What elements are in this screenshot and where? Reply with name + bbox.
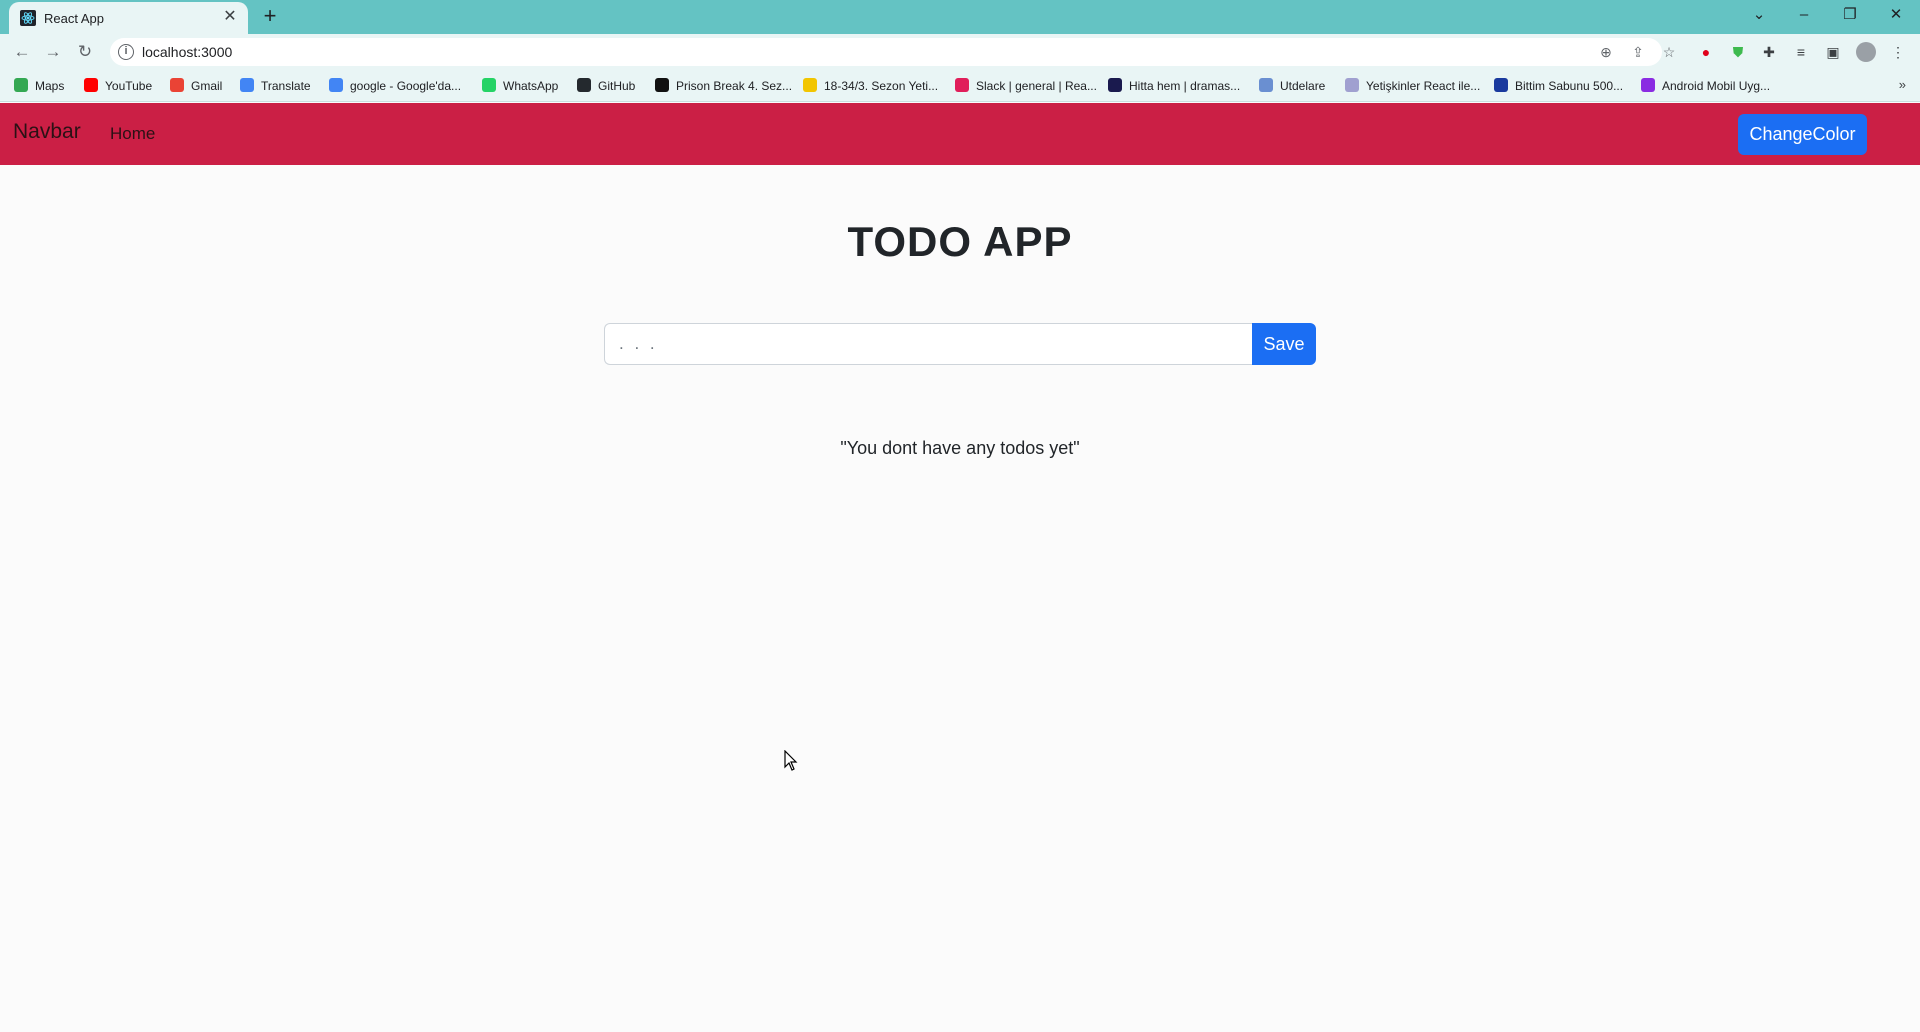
bookmark-label: Gmail: [191, 79, 223, 93]
close-tab-icon[interactable]: ✕: [221, 8, 239, 26]
bookmark-label: Bittim Sabunu 500...: [1515, 79, 1624, 93]
bookmark-label: WhatsApp: [503, 79, 559, 93]
hitta-icon: [1108, 78, 1122, 92]
nav-link-home[interactable]: Home: [110, 124, 155, 144]
minimize-icon[interactable]: –: [1784, 2, 1824, 28]
address-bar[interactable]: i localhost:3000 ⊕ ⇪ ☆: [110, 38, 1675, 66]
extensions-icon[interactable]: ✚: [1760, 43, 1778, 61]
forward-icon[interactable]: →: [41, 40, 65, 64]
youtube-icon: [84, 78, 98, 92]
gmail-icon: [170, 78, 184, 92]
bookmark-label: Utdelare: [1280, 79, 1326, 93]
bittim-icon: [1494, 78, 1508, 92]
bookmark-gmail[interactable]: Gmail: [170, 77, 222, 95]
page-title: TODO APP: [847, 218, 1073, 265]
dizi-icon: [655, 78, 669, 92]
bookmark-label: Maps: [35, 79, 65, 93]
bookmark-label: Yetişkinler React ile...: [1366, 79, 1481, 93]
save-button[interactable]: Save: [1252, 323, 1316, 365]
tab-title: React App: [44, 11, 104, 26]
bookmark-bittim[interactable]: Bittim Sabunu 500...: [1494, 77, 1623, 95]
bookmark-label: Slack | general | Rea...: [976, 79, 1097, 93]
bookmark-label: 18-34/3. Sezon Yeti...: [824, 79, 939, 93]
react-icon: [20, 10, 36, 26]
bookmark-label: Translate: [261, 79, 311, 93]
navbar-brand[interactable]: Navbar: [13, 120, 81, 144]
bookmark-google[interactable]: google - Google'da...: [329, 77, 461, 95]
restore-icon[interactable]: ❐: [1830, 2, 1870, 28]
bookmark-youtube[interactable]: YouTube: [84, 77, 152, 95]
reload-icon[interactable]: ↻: [73, 40, 97, 64]
side-panel-icon[interactable]: ▣: [1824, 43, 1842, 61]
todo-form: Save: [604, 323, 1316, 365]
shield-icon[interactable]: ⛊: [1729, 43, 1747, 61]
browser-tab-strip: React App ✕ + ⌄ – ❐ ✕: [0, 0, 1920, 34]
url-text[interactable]: localhost:3000: [142, 44, 232, 60]
bookmark-yetiskinler[interactable]: Yetişkinler React ile...: [1345, 77, 1480, 95]
bookmark-label: Android Mobil Uyg...: [1662, 79, 1771, 93]
media-icon[interactable]: ≡: [1792, 43, 1810, 61]
utdelare-icon: [1259, 78, 1273, 92]
more-bookmarks-icon[interactable]: »: [1899, 77, 1906, 92]
bookmark-label: Prison Break 4. Sez...: [676, 79, 793, 93]
site-info-icon[interactable]: i: [118, 44, 134, 60]
bookmark-android[interactable]: Android Mobil Uyg...: [1641, 77, 1770, 95]
tab-search-icon[interactable]: ⌄: [1739, 2, 1779, 28]
bookmark-label: YouTube: [105, 79, 153, 93]
android-icon: [1641, 78, 1655, 92]
bookmark-whatsapp[interactable]: WhatsApp: [482, 77, 558, 95]
change-color-button[interactable]: ChangeColor: [1738, 114, 1867, 155]
bookmark-slack[interactable]: Slack | general | Rea...: [955, 77, 1097, 95]
todo-input[interactable]: [604, 323, 1253, 365]
close-window-icon[interactable]: ✕: [1876, 2, 1916, 28]
empty-todos-message: "You dont have any todos yet": [840, 438, 1080, 458]
bookmark-github[interactable]: GitHub: [577, 77, 635, 95]
app-navbar: Navbar Home ChangeColor: [0, 103, 1920, 165]
bookmark-translate[interactable]: Translate: [240, 77, 311, 95]
browser-toolbar: ← → ↻ i localhost:3000 ⊕ ⇪ ☆ ● ⛊ ✚ ≡ ▣ ⋮: [0, 34, 1920, 70]
google-icon: [329, 78, 343, 92]
bookmark-label: google - Google'da...: [350, 79, 462, 93]
mouse-cursor-icon: [784, 750, 798, 771]
bookmarks-bar: Maps YouTube Gmail Translate google - Go…: [0, 70, 1920, 102]
bookmark-maps[interactable]: Maps: [14, 77, 64, 95]
new-tab-icon[interactable]: +: [258, 5, 282, 29]
udemy-icon: [1345, 78, 1359, 92]
bookmark-hitta-hem[interactable]: Hitta hem | dramas...: [1108, 77, 1240, 95]
bookmark-utdelare[interactable]: Utdelare: [1259, 77, 1325, 95]
maps-icon: [14, 78, 28, 92]
bookmark-label: Hitta hem | dramas...: [1129, 79, 1241, 93]
folder-icon: [803, 78, 817, 92]
slack-icon: [955, 78, 969, 92]
bookmark-label: GitHub: [598, 79, 636, 93]
zoom-icon[interactable]: ⊕: [1597, 43, 1615, 61]
share-icon[interactable]: ⇪: [1629, 43, 1647, 61]
bookmark-star-icon[interactable]: ☆: [1660, 43, 1678, 61]
github-icon: [577, 78, 591, 92]
menu-icon[interactable]: ⋮: [1889, 43, 1907, 61]
bookmark-sezon[interactable]: 18-34/3. Sezon Yeti...: [803, 77, 938, 95]
back-icon[interactable]: ←: [10, 40, 34, 64]
profile-avatar-icon[interactable]: [1856, 42, 1876, 62]
browser-tab[interactable]: React App ✕: [9, 2, 248, 34]
bookmark-prison-break[interactable]: Prison Break 4. Sez...: [655, 77, 792, 95]
whatsapp-icon: [482, 78, 496, 92]
opera-icon[interactable]: ●: [1697, 43, 1715, 61]
translate-icon: [240, 78, 254, 92]
